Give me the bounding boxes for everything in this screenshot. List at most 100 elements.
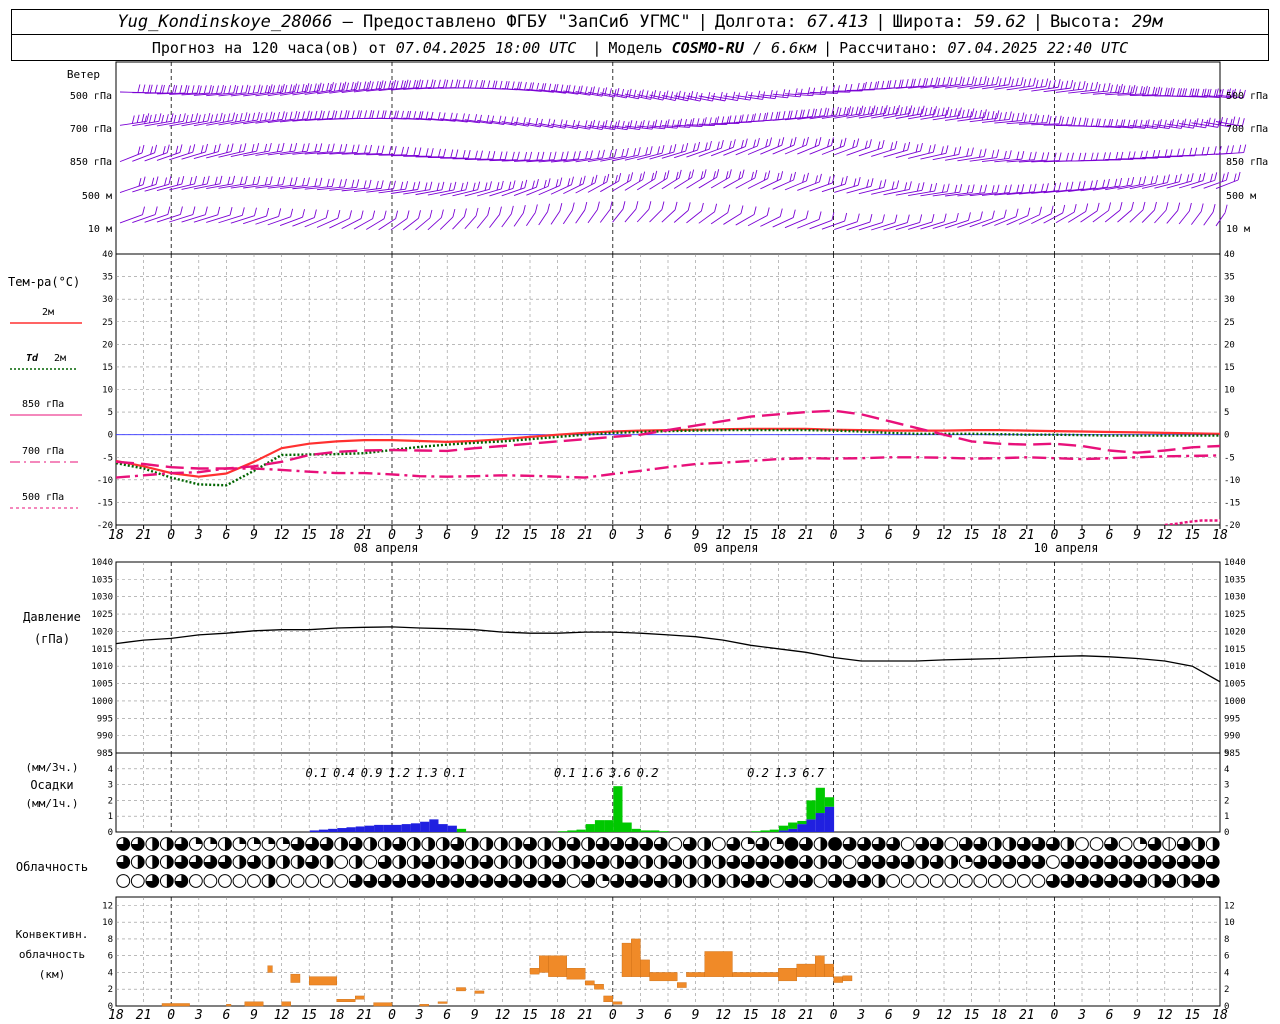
x-tick-label: 18	[771, 528, 787, 543]
wind-barb-feather	[296, 84, 300, 93]
cloud-fill-half	[268, 855, 275, 869]
wind-barb-feather	[757, 90, 761, 99]
wind-barb-feather	[190, 113, 194, 123]
y-tick-label-right: 1010	[1224, 662, 1246, 672]
wind-barb-feather	[714, 203, 718, 212]
cloud-fill-quarter	[747, 837, 755, 844]
wind-barb-feather	[872, 105, 876, 114]
wind-barb-feather	[954, 108, 958, 117]
cloud-fill-half	[297, 855, 304, 869]
wind-barb-feather	[1083, 152, 1087, 161]
precip-bar-liquid	[594, 820, 605, 832]
wind-barb-shaft	[809, 145, 832, 155]
wind-barb-shaft	[1043, 212, 1063, 224]
cloud-fill-quarter	[254, 837, 261, 844]
wind-barb-feather	[314, 110, 318, 120]
wind-barb-feather	[464, 208, 467, 217]
wind-barb-feather	[196, 84, 200, 94]
wind-barb-feather	[321, 83, 325, 92]
convective-bar	[355, 995, 365, 1000]
wind-barb-feather	[383, 110, 387, 119]
wind-barb-feather	[1066, 116, 1069, 125]
wind-barb-feather	[924, 107, 928, 117]
wind-barb-feather	[413, 79, 416, 89]
wind-barb-feather	[1139, 86, 1143, 95]
wind-barb-feather	[388, 110, 392, 119]
wind-barb-feather	[276, 143, 280, 152]
wind-barb-feather	[1021, 184, 1025, 193]
cloud-fill-half	[617, 855, 624, 869]
wind-barb-feather	[1023, 114, 1027, 123]
y-tick-label: 995	[97, 714, 113, 724]
wind-barb-feather	[181, 175, 185, 185]
wind-barb-feather	[430, 79, 434, 88]
wind-barb-shaft	[489, 188, 514, 197]
wind-barb-feather	[677, 90, 681, 100]
wind-barb-feather	[799, 109, 803, 118]
pressure-title: Давление	[23, 610, 81, 624]
x-tick-label: 15	[1185, 528, 1201, 543]
wind-barb-feather	[1237, 171, 1241, 181]
precip-bar-liquid	[751, 831, 761, 832]
wind-barb-feather	[815, 175, 818, 184]
wind-barb-feather	[818, 211, 822, 220]
wind-barb-feather	[192, 206, 196, 215]
legend-t500-label: 500 гПа	[22, 492, 64, 503]
wind-barb-feather	[192, 144, 196, 153]
cloud-cover-symbols	[116, 837, 1220, 888]
wind-barb-feather	[227, 113, 231, 122]
wind-barb-feather	[1143, 176, 1147, 185]
wind-barb-feather	[256, 111, 260, 121]
wind-barb-feather	[179, 85, 183, 94]
precipitation-bars: 0.1 0.4 0.9 1.2 1.3 0.1 0.1 1.6 3.6 0.2 0.2 1.3 6.7	[306, 766, 835, 832]
x-tick-label-bottom: 12	[715, 1008, 731, 1023]
day-label-10: 10 апреля	[1033, 541, 1098, 555]
wind-barb-feather	[281, 142, 285, 152]
wind-barb-shaft	[969, 218, 993, 228]
wind-barb-feather	[870, 107, 874, 116]
wind-barb-feather	[724, 92, 728, 101]
wind-barb-feather	[294, 83, 298, 92]
wind-barb-feather	[227, 176, 231, 185]
wind-barb-shaft	[1154, 209, 1167, 224]
wind-barb-feather	[343, 81, 347, 90]
wind-barb-feather	[1179, 88, 1183, 97]
wind-barb-shaft	[1117, 209, 1132, 223]
wind-barb-feather	[864, 81, 867, 91]
wind-barb-feather	[1041, 114, 1045, 124]
wind-barb-feather	[370, 81, 374, 90]
y-tick-label: 25	[102, 318, 113, 328]
wind-barb-feather	[1107, 178, 1110, 188]
wind-barb-feather	[154, 144, 158, 153]
wind-barb-feather	[1039, 206, 1042, 215]
wind-barb-feather	[480, 150, 483, 159]
wind-barb-feather	[881, 139, 885, 149]
precip-bar-liquid	[815, 787, 825, 814]
wind-barb-feather	[547, 203, 550, 212]
wind-barb-shaft	[1178, 210, 1190, 225]
wind-barb-feather	[1046, 114, 1050, 123]
wind-barb-shaft	[501, 187, 525, 197]
wind-barb-feather	[1131, 177, 1135, 186]
cloud-fill-half	[283, 855, 290, 869]
cloud-symbol	[305, 874, 320, 888]
wind-barb-feather	[499, 206, 502, 215]
wind-barb-feather	[904, 106, 908, 115]
wind-barb-feather	[877, 141, 881, 150]
conv-title-3: (км)	[39, 968, 66, 981]
precip-bar-liquid	[622, 822, 632, 832]
wind-barb-feather	[400, 80, 404, 89]
wind-barb-feather	[869, 213, 873, 223]
wind-barb-feather	[534, 204, 538, 213]
precip-bar-liquid	[456, 828, 467, 832]
wind-barb-feather	[289, 111, 293, 120]
wind-barb-feather	[306, 83, 310, 92]
wind-barb-feather	[1206, 146, 1210, 156]
cloud-symbol	[973, 874, 988, 888]
wind-barb-feather	[882, 107, 886, 116]
x-tick-label: 3	[194, 528, 203, 543]
wind-barb-feather	[966, 109, 970, 118]
wind-barb-feather	[931, 213, 935, 223]
wind-barb-feather	[241, 207, 245, 216]
precip-bar-solid	[410, 823, 421, 832]
